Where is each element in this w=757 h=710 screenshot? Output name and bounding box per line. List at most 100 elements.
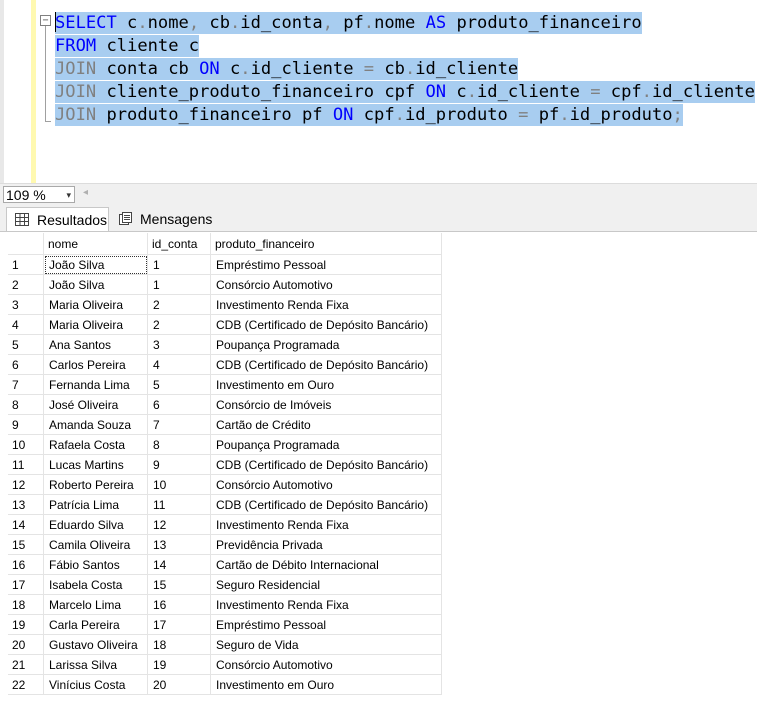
column-header[interactable]: id_conta <box>148 233 211 255</box>
table-cell[interactable]: Empréstimo Pessoal <box>211 615 442 635</box>
results-grid[interactable]: nome id_conta produto_financeiro 1 João Sil… <box>8 233 442 695</box>
table-row[interactable]: 5 Ana Santos 3 Poupança Programada <box>8 335 442 355</box>
table-cell[interactable]: Patrícia Lima <box>44 495 148 515</box>
table-row[interactable]: 14 Eduardo Silva 12 Investimento Renda Fixa <box>8 515 442 535</box>
row-number[interactable]: 1 <box>8 255 44 275</box>
table-cell[interactable]: Carla Pereira <box>44 615 148 635</box>
table-cell[interactable]: Consórcio Automotivo <box>211 275 442 295</box>
row-number[interactable]: 9 <box>8 415 44 435</box>
table-cell[interactable]: Fábio Santos <box>44 555 148 575</box>
row-number[interactable]: 7 <box>8 375 44 395</box>
row-number[interactable]: 19 <box>8 615 44 635</box>
table-cell[interactable]: João Silva <box>44 255 148 275</box>
table-row[interactable]: 2 João Silva 1 Consórcio Automotivo <box>8 275 442 295</box>
table-cell[interactable]: 12 <box>148 515 211 535</box>
row-number[interactable]: 20 <box>8 635 44 655</box>
row-number[interactable]: 22 <box>8 675 44 695</box>
table-cell[interactable]: Isabela Costa <box>44 575 148 595</box>
table-cell[interactable]: 15 <box>148 575 211 595</box>
table-cell[interactable]: Seguro de Vida <box>211 635 442 655</box>
table-cell[interactable]: Investimento Renda Fixa <box>211 515 442 535</box>
table-row[interactable]: 6 Carlos Pereira 4 CDB (Certificado de Depó… <box>8 355 442 375</box>
row-number[interactable]: 2 <box>8 275 44 295</box>
sql-line[interactable]: JOIN conta cb ON c.id_cliente = cb.id_cl… <box>55 58 518 80</box>
table-cell[interactable]: Poupança Programada <box>211 335 442 355</box>
table-row[interactable]: 11 Lucas Martins 9 CDB (Certificado de Depó… <box>8 455 442 475</box>
row-number[interactable]: 5 <box>8 335 44 355</box>
table-cell[interactable]: Seguro Residencial <box>211 575 442 595</box>
table-cell[interactable]: 19 <box>148 655 211 675</box>
table-cell[interactable]: Rafaela Costa <box>44 435 148 455</box>
table-cell[interactable]: 17 <box>148 615 211 635</box>
table-cell[interactable]: CDB (Certificado de Depósito Bancário) <box>211 355 442 375</box>
row-number[interactable]: 10 <box>8 435 44 455</box>
sql-line[interactable]: FROM cliente c <box>55 35 199 57</box>
table-cell[interactable]: Investimento Renda Fixa <box>211 295 442 315</box>
table-row[interactable]: 4 Maria Oliveira 2 CDB (Certificado de Depó… <box>8 315 442 335</box>
table-cell[interactable]: Vinícius Costa <box>44 675 148 695</box>
row-number[interactable]: 18 <box>8 595 44 615</box>
table-cell[interactable]: CDB (Certificado de Depósito Bancário) <box>211 495 442 515</box>
tab-results[interactable]: Resultados <box>6 207 109 231</box>
table-row[interactable]: 7 Fernanda Lima 5 Investimento em Ouro <box>8 375 442 395</box>
table-row[interactable]: 1 João Silva 1 Empréstimo Pessoal <box>8 255 442 275</box>
tab-messages[interactable]: Mensagens <box>110 207 210 231</box>
column-header[interactable]: produto_financeiro <box>211 233 442 255</box>
row-number[interactable]: 8 <box>8 395 44 415</box>
table-cell[interactable]: 1 <box>148 275 211 295</box>
sql-line[interactable]: JOIN cliente_produto_financeiro cpf ON c… <box>55 81 755 103</box>
table-cell[interactable]: 13 <box>148 535 211 555</box>
table-row[interactable]: 10 Rafaela Costa 8 Poupança Programada <box>8 435 442 455</box>
sql-line[interactable]: SELECT c.nome, cb.id_conta, pf.nome AS p… <box>55 12 642 34</box>
table-cell[interactable]: 18 <box>148 635 211 655</box>
table-cell[interactable]: Fernanda Lima <box>44 375 148 395</box>
table-cell[interactable]: 9 <box>148 455 211 475</box>
table-cell[interactable]: Cartão de Crédito <box>211 415 442 435</box>
table-cell[interactable]: Investimento Renda Fixa <box>211 595 442 615</box>
scroll-left-arrow-icon[interactable]: ◂ <box>83 187 88 198</box>
table-row[interactable]: 19 Carla Pereira 17 Empréstimo Pessoal <box>8 615 442 635</box>
table-cell[interactable]: José Oliveira <box>44 395 148 415</box>
row-number[interactable]: 13 <box>8 495 44 515</box>
row-number[interactable]: 17 <box>8 575 44 595</box>
table-cell[interactable]: 5 <box>148 375 211 395</box>
sql-editor[interactable]: − SELECT c.nome, cb.id_conta, pf.nome AS… <box>0 0 757 183</box>
table-cell[interactable]: CDB (Certificado de Depósito Bancário) <box>211 315 442 335</box>
row-number[interactable]: 4 <box>8 315 44 335</box>
table-cell[interactable]: 2 <box>148 295 211 315</box>
table-cell[interactable]: Roberto Pereira <box>44 475 148 495</box>
row-number[interactable]: 11 <box>8 455 44 475</box>
table-cell[interactable]: Consórcio de Imóveis <box>211 395 442 415</box>
row-number[interactable]: 21 <box>8 655 44 675</box>
table-cell[interactable]: Carlos Pereira <box>44 355 148 375</box>
table-cell[interactable]: 6 <box>148 395 211 415</box>
zoom-dropdown[interactable]: 109 % ▾ <box>3 186 75 203</box>
table-cell[interactable]: João Silva <box>44 275 148 295</box>
table-cell[interactable]: CDB (Certificado de Depósito Bancário) <box>211 455 442 475</box>
table-cell[interactable]: Eduardo Silva <box>44 515 148 535</box>
row-number[interactable]: 14 <box>8 515 44 535</box>
table-cell[interactable]: 4 <box>148 355 211 375</box>
table-cell[interactable]: Consórcio Automotivo <box>211 475 442 495</box>
table-row[interactable]: 22 Vinícius Costa 20 Investimento em Ouro <box>8 675 442 695</box>
table-row[interactable]: 15 Camila Oliveira 13 Previdência Privada <box>8 535 442 555</box>
table-cell[interactable]: 1 <box>148 255 211 275</box>
table-row[interactable]: 13 Patrícia Lima 11 CDB (Certificado de Dep… <box>8 495 442 515</box>
table-cell[interactable]: Amanda Souza <box>44 415 148 435</box>
table-cell[interactable]: Ana Santos <box>44 335 148 355</box>
table-row[interactable]: 20 Gustavo Oliveira 18 Seguro de Vida <box>8 635 442 655</box>
column-header[interactable]: nome <box>44 233 148 255</box>
table-cell[interactable]: Camila Oliveira <box>44 535 148 555</box>
table-cell[interactable]: 10 <box>148 475 211 495</box>
table-cell[interactable]: Cartão de Débito Internacional <box>211 555 442 575</box>
table-cell[interactable]: Empréstimo Pessoal <box>211 255 442 275</box>
table-cell[interactable]: Maria Oliveira <box>44 315 148 335</box>
table-cell[interactable]: Investimento em Ouro <box>211 375 442 395</box>
row-number-header[interactable] <box>8 233 44 255</box>
table-cell[interactable]: 20 <box>148 675 211 695</box>
table-cell[interactable]: 7 <box>148 415 211 435</box>
table-row[interactable]: 18 Marcelo Lima 16 Investimento Renda Fixa <box>8 595 442 615</box>
row-number[interactable]: 6 <box>8 355 44 375</box>
table-cell[interactable]: Maria Oliveira <box>44 295 148 315</box>
table-cell[interactable]: Gustavo Oliveira <box>44 635 148 655</box>
